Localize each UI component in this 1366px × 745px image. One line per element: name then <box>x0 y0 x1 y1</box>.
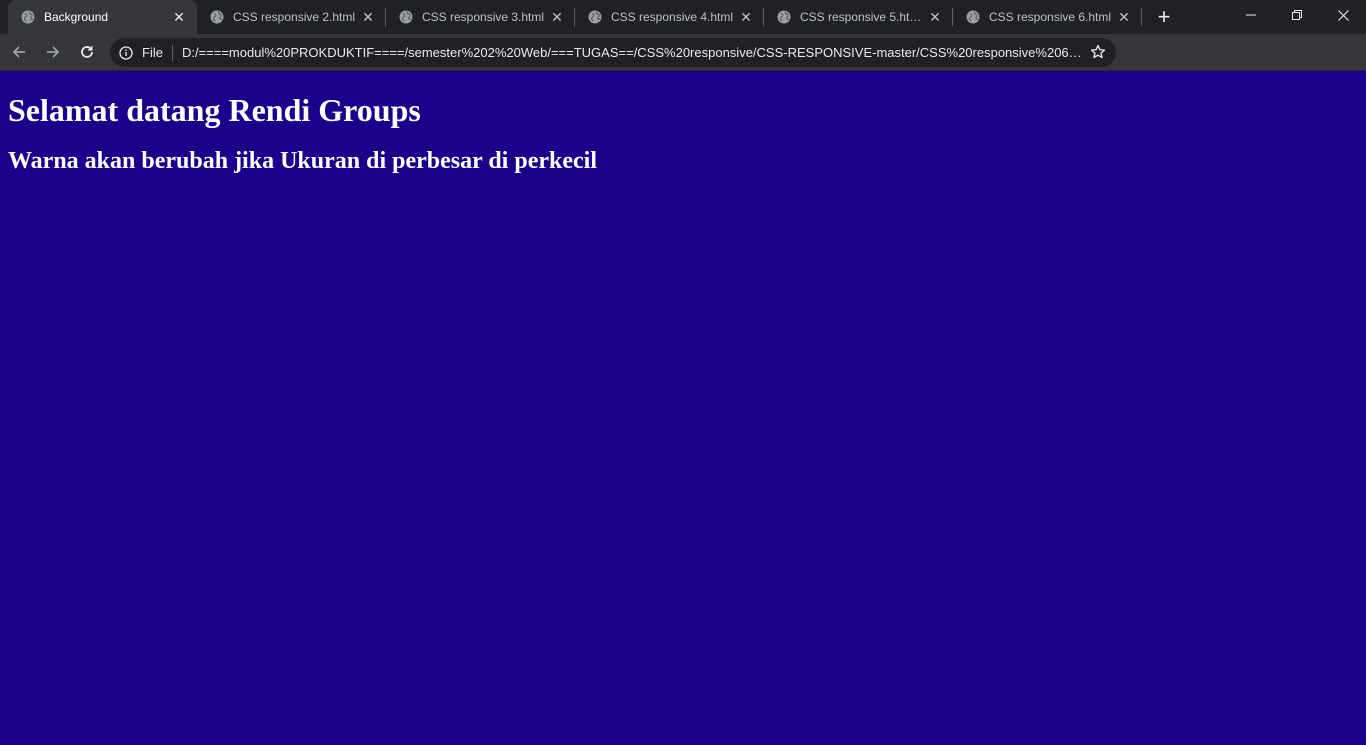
globe-icon <box>587 9 603 25</box>
browser-tab-strip: Background ✕ CSS responsive 2.html ✕ CSS… <box>0 0 1366 34</box>
tab-title: CSS responsive 3.html <box>422 10 545 24</box>
tab-css-responsive-6[interactable]: CSS responsive 6.html ✕ <box>953 0 1142 34</box>
close-window-button[interactable] <box>1320 0 1366 30</box>
globe-icon <box>209 9 225 25</box>
globe-icon <box>20 9 36 25</box>
page-subheading: Warna akan berubah jika Ukuran di perbes… <box>8 148 597 174</box>
tab-list: Background ✕ CSS responsive 2.html ✕ CSS… <box>0 0 1178 34</box>
close-icon[interactable]: ✕ <box>1116 9 1132 25</box>
restore-icon <box>1292 10 1302 20</box>
tab-title: CSS responsive 6.html <box>989 10 1112 24</box>
close-icon[interactable]: ✕ <box>738 9 754 25</box>
globe-icon <box>965 9 981 25</box>
new-tab-button[interactable]: + <box>1150 3 1178 31</box>
tab-title: Background <box>44 10 109 24</box>
address-bar[interactable]: File D:/====modul%20PROKDUKTIF====/semes… <box>110 38 1116 67</box>
reload-icon <box>81 46 93 58</box>
reload-button[interactable] <box>72 37 102 67</box>
url-text[interactable]: D:/====modul%20PROKDUKTIF====/semester%2… <box>182 45 1082 60</box>
tab-css-responsive-5[interactable]: CSS responsive 5.html# ✕ <box>764 0 953 34</box>
tab-separator <box>1141 8 1142 26</box>
address-divider <box>171 44 173 61</box>
close-icon[interactable]: ✕ <box>927 9 943 25</box>
restore-button[interactable] <box>1274 0 1320 30</box>
tab-title: CSS responsive 4.html <box>611 10 734 24</box>
info-icon[interactable] <box>118 45 134 61</box>
window-controls <box>1228 0 1366 30</box>
close-icon[interactable]: ✕ <box>171 9 187 25</box>
back-button[interactable] <box>4 37 34 67</box>
page-heading: Selamat datang Rendi Groups <box>8 92 421 128</box>
back-arrow-icon <box>12 46 25 58</box>
close-icon[interactable]: ✕ <box>549 9 565 25</box>
forward-button[interactable] <box>38 37 68 67</box>
globe-icon <box>398 9 414 25</box>
minimize-button[interactable] <box>1228 0 1274 30</box>
tab-background[interactable]: Background ✕ <box>8 0 197 34</box>
tab-css-responsive-4[interactable]: CSS responsive 4.html ✕ <box>575 0 764 34</box>
minimize-icon <box>1246 14 1256 16</box>
tab-title: CSS responsive 5.html# <box>800 10 927 24</box>
close-window-icon <box>1337 9 1349 21</box>
browser-toolbar: File D:/====modul%20PROKDUKTIF====/semes… <box>0 34 1366 96</box>
forward-arrow-icon <box>47 46 60 58</box>
page-content: Selamat datang Rendi Groups Warna akan b… <box>0 71 1366 745</box>
tab-css-responsive-2[interactable]: CSS responsive 2.html ✕ <box>197 0 386 34</box>
scheme-label: File <box>142 45 163 60</box>
tab-css-responsive-3[interactable]: CSS responsive 3.html ✕ <box>386 0 575 34</box>
tab-title: CSS responsive 2.html <box>233 10 356 24</box>
globe-icon <box>776 9 792 25</box>
close-icon[interactable]: ✕ <box>360 9 376 25</box>
bookmark-star-icon[interactable] <box>1090 44 1106 60</box>
